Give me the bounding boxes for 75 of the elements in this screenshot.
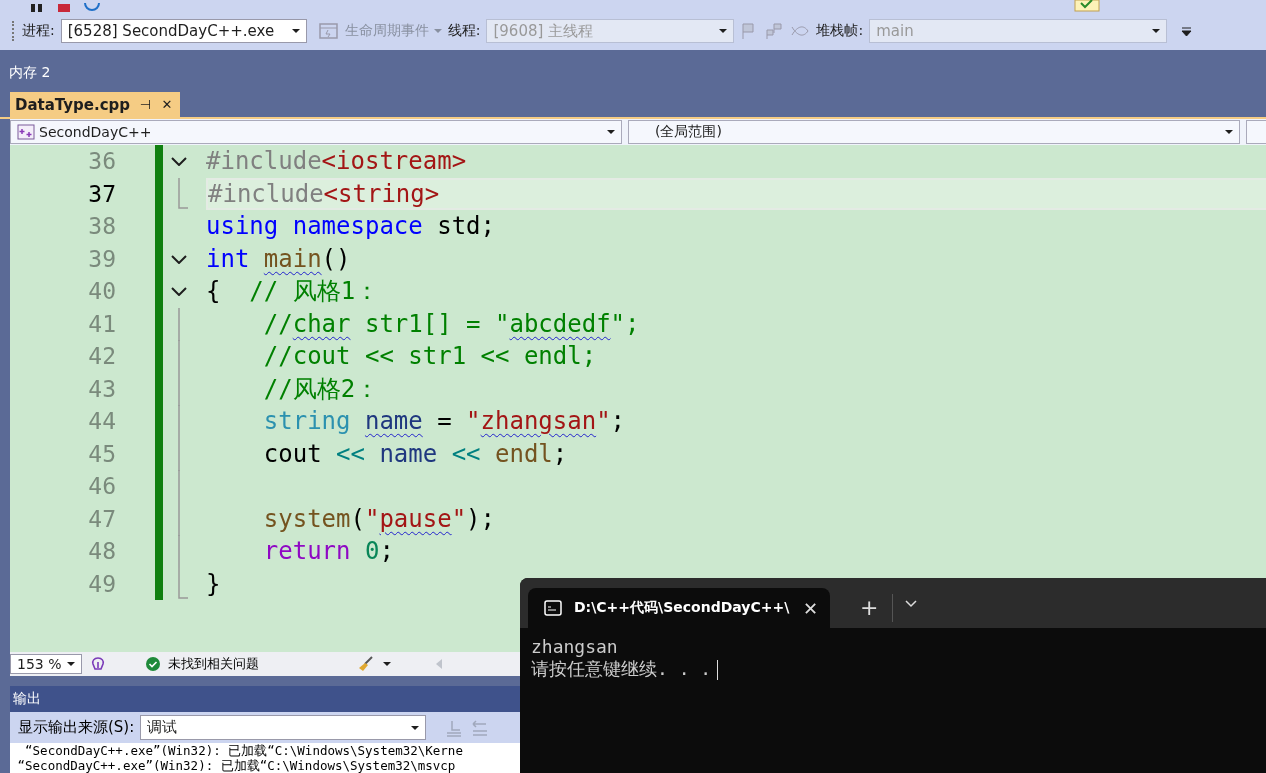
line-number: 44	[87, 408, 116, 435]
stack-frame-label: 堆栈帧:	[816, 22, 864, 40]
caret-icon	[67, 662, 75, 666]
line-number: 42	[87, 343, 116, 370]
line-number: 41	[87, 310, 116, 337]
line-number: 47	[87, 505, 116, 532]
output-title: 输出	[13, 690, 41, 708]
code-line: int main()	[206, 244, 351, 273]
code-line: { // 风格1：	[206, 276, 380, 308]
caret-icon	[291, 29, 300, 33]
code-line: //cout << str1 << endl;	[262, 342, 597, 371]
zoom-dropdown[interactable]: 153 %	[10, 654, 82, 674]
process-dropdown[interactable]: [6528] SecondDayC++.exe	[60, 19, 307, 43]
caret-icon	[607, 130, 615, 134]
line-number: 39	[87, 245, 116, 272]
code-line: //风格2：	[262, 373, 380, 405]
member-dropdown[interactable]	[1246, 120, 1266, 144]
console-icon	[544, 600, 562, 616]
line-number: 40	[87, 278, 116, 305]
output-source-label: 显示输出来源(S):	[18, 718, 135, 737]
terminal-tab[interactable]: D:\C++代码\SecondDayC++\ ✕	[528, 588, 830, 628]
caret-icon	[1225, 130, 1233, 134]
document-tab[interactable]: DataType.cpp ⊣ ✕	[10, 92, 181, 117]
output-line: “SecondDayC++.exe”(Win32): 已加载“C:\Windows\System32\Kerne	[24, 743, 464, 758]
caret-icon[interactable]	[383, 662, 391, 666]
close-button[interactable]: ✕	[802, 597, 818, 619]
fold-guide	[178, 177, 188, 209]
line-number: 45	[87, 440, 116, 467]
thread-label: 线程:	[447, 22, 481, 40]
check-circle-icon	[146, 657, 160, 671]
toolbar-grip[interactable]	[12, 21, 16, 41]
lifecycle-icon	[318, 22, 339, 40]
collapse-icon[interactable]	[171, 157, 187, 166]
new-tab-button[interactable]: +	[860, 595, 879, 620]
caret-icon	[719, 29, 728, 33]
collapse-icon[interactable]	[171, 287, 187, 296]
line-number: 46	[87, 473, 116, 500]
code-line: string name = "zhangsan";	[262, 407, 626, 436]
chevron-down-icon[interactable]	[905, 600, 918, 608]
code-line: #include<string>	[208, 179, 440, 208]
pin-button[interactable]: ⊣	[140, 97, 152, 112]
code-line: return 0;	[262, 537, 394, 566]
caret-icon	[433, 29, 442, 33]
output-line: “SecondDayC++.exe”(Win32): 已加载“C:\Windows\System32\msvcp	[16, 758, 457, 773]
line-number: 48	[87, 538, 116, 565]
terminal-line: zhangsan	[531, 636, 618, 657]
text-cursor	[717, 660, 719, 680]
project-icon	[17, 124, 35, 140]
code-line: //char str1[] = "abcdedf";	[262, 309, 640, 338]
close-button[interactable]: ✕	[161, 97, 173, 112]
line-number: 36	[87, 148, 116, 175]
checkbox-icon[interactable]	[1074, 0, 1100, 12]
terminal-line: 请按任意键继续. . .	[531, 658, 712, 679]
panel-title: 内存 2	[9, 64, 51, 82]
process-label: 进程:	[22, 22, 55, 40]
issues-status: 未找到相关问题	[168, 655, 259, 673]
scope-dropdown[interactable]: (全局范围)	[628, 120, 1240, 144]
pause-icon[interactable]	[30, 4, 44, 12]
caret-icon	[1152, 29, 1161, 33]
code-line: cout << name << endl;	[262, 439, 568, 468]
project-dropdown[interactable]: SecondDayC++	[10, 120, 622, 144]
overflow-icon[interactable]	[1181, 25, 1194, 37]
brush-icon[interactable]	[357, 656, 375, 672]
line-number: 38	[87, 213, 116, 240]
code-line: using namespace std;	[206, 212, 495, 241]
line-number: 37	[87, 180, 116, 207]
code-line: system("pause");	[262, 504, 495, 533]
output-source-dropdown[interactable]: 调试	[140, 715, 427, 740]
code-line: #include<iostream>	[206, 147, 467, 176]
code-line: }	[206, 569, 221, 598]
caret-icon	[411, 725, 420, 730]
restart-icon[interactable]	[84, 3, 100, 12]
line-number: 43	[87, 375, 116, 402]
collapse-icon[interactable]	[171, 254, 187, 264]
line-number: 49	[87, 570, 116, 597]
